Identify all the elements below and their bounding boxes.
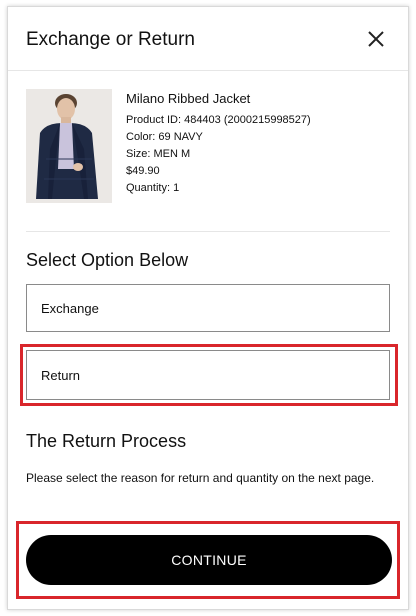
product-photo	[26, 89, 112, 203]
exchange-return-modal: Exchange or Return Milano Ribbed Jacket …	[7, 6, 409, 610]
product-id: Product ID: 484403 (2000215998527)	[126, 114, 311, 126]
product-name: Milano Ribbed Jacket	[126, 91, 251, 106]
return-process-title: The Return Process	[26, 431, 187, 451]
continue-button[interactable]: CONTINUE	[26, 535, 392, 585]
return-option[interactable]: Return	[26, 350, 390, 400]
close-icon[interactable]	[366, 29, 386, 49]
return-option-label: Return	[41, 368, 81, 383]
exchange-option-label: Exchange	[41, 301, 99, 316]
modal-title: Exchange or Return	[26, 29, 195, 50]
product-quantity: Quantity: 1	[126, 182, 180, 194]
section-divider	[26, 231, 390, 232]
product-size: Size: MEN M	[126, 148, 191, 160]
product-price: $49.90	[126, 165, 160, 177]
product-summary: Milano Ribbed Jacket Product ID: 484403 …	[26, 89, 396, 209]
exchange-option[interactable]: Exchange	[26, 284, 390, 332]
return-process-text: Please select the reason for return and …	[26, 471, 375, 485]
select-option-title: Select Option Below	[26, 250, 189, 270]
product-color: Color: 69 NAVY	[126, 131, 203, 143]
modal-header: Exchange or Return	[8, 7, 408, 71]
product-info: Milano Ribbed Jacket Product ID: 484403 …	[126, 91, 396, 199]
